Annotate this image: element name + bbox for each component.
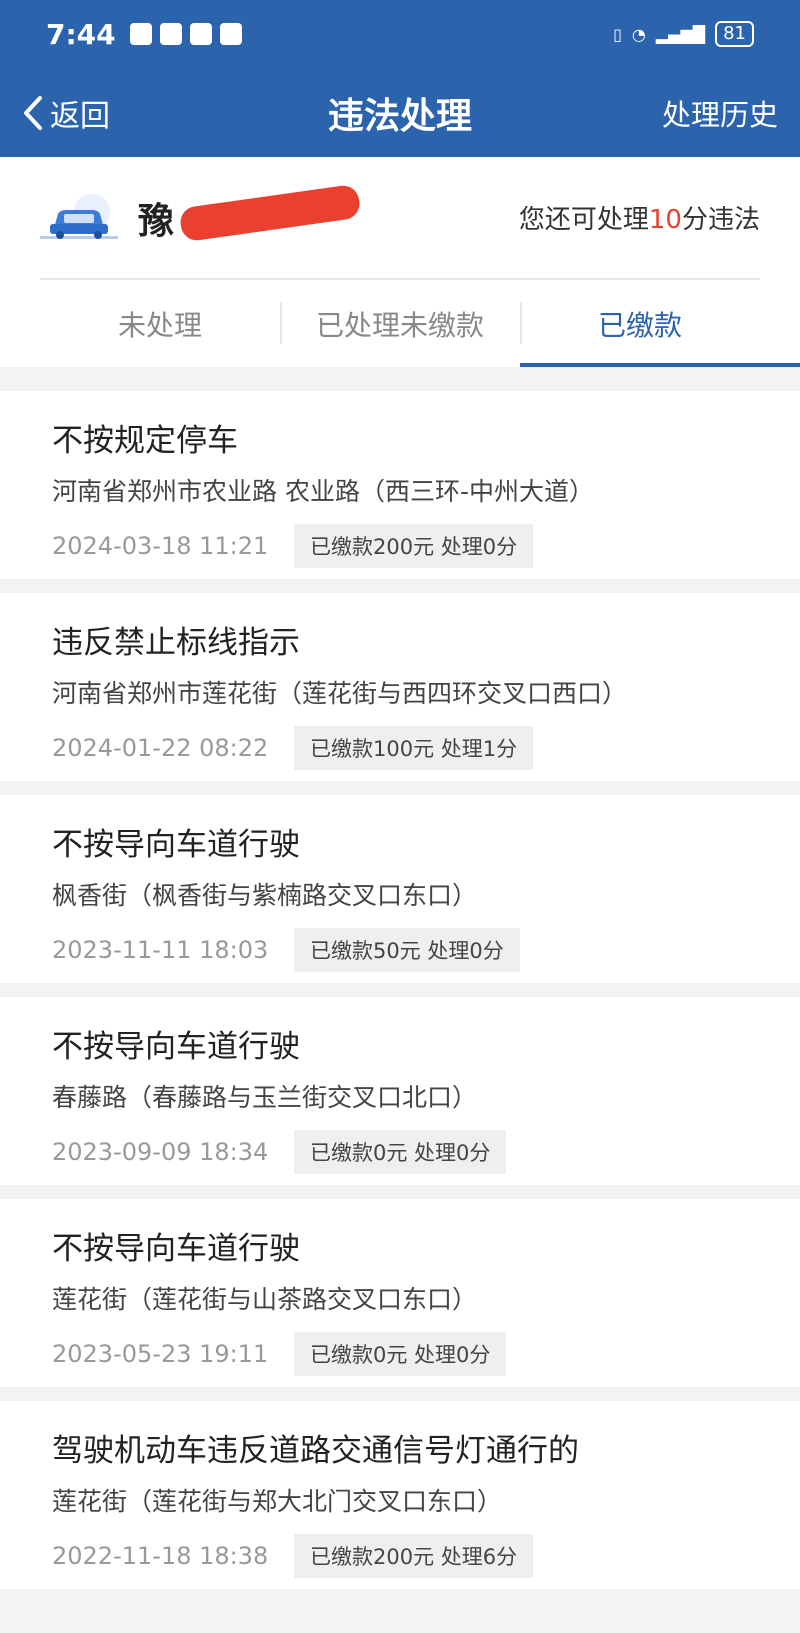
violation-time: 2023-09-09 18:34 <box>52 1138 269 1166</box>
violation-meta: 2024-01-22 08:22 已缴款100元 处理1分 <box>52 726 748 770</box>
violation-item[interactable]: 不按规定停车 河南省郑州市农业路 农业路（西三环-中州大道） 2024-03-1… <box>0 391 800 579</box>
vehicle-row: 豫 您还可处理10分违法 <box>40 157 760 280</box>
nfc-icon <box>189 23 212 45</box>
alarm-icon <box>219 23 242 45</box>
violation-address: 河南省郑州市莲花街（莲花街与西四环交叉口西口） <box>52 679 628 708</box>
violation-meta: 2023-09-09 18:34 已缴款0元 处理0分 <box>52 1130 748 1174</box>
violation-time: 2023-05-23 19:11 <box>52 1340 269 1368</box>
violation-title: 不按导向车道行驶 <box>52 1231 300 1267</box>
violation-meta: 2023-11-11 18:03 已缴款50元 处理0分 <box>52 928 748 972</box>
license-plate: 豫 <box>138 183 362 244</box>
battery-indicator: 81 <box>715 21 754 47</box>
tab-processed-unpaid[interactable]: 已处理未缴款 <box>280 280 520 367</box>
violation-meta: 2023-05-23 19:11 已缴款0元 处理0分 <box>52 1332 748 1376</box>
violation-item[interactable]: 不按导向车道行驶 莲花街（莲花街与山茶路交叉口东口） 2023-05-23 19… <box>0 1199 800 1387</box>
status-time: 7:44 <box>46 17 116 51</box>
violation-address: 莲花街（莲花街与郑大北门交叉口东口） <box>52 1487 503 1516</box>
violation-time: 2023-11-11 18:03 <box>52 936 269 964</box>
violation-item[interactable]: 不按导向车道行驶 枫香街（枫香街与紫楠路交叉口东口） 2023-11-11 18… <box>0 795 800 983</box>
violation-title: 违反禁止标线指示 <box>52 625 300 661</box>
car-icon <box>40 193 118 239</box>
status-badge: 已缴款200元 处理6分 <box>294 1534 534 1578</box>
tab-paid[interactable]: 已缴款 <box>520 280 800 367</box>
plate-text: 豫 <box>138 200 175 242</box>
notification-icons <box>129 23 242 45</box>
wifi-icon: ◔ <box>631 24 646 44</box>
violation-title: 不按导向车道行驶 <box>52 1029 300 1065</box>
violation-meta: 2022-11-18 18:38 已缴款200元 处理6分 <box>52 1534 748 1578</box>
status-bar: 7:44 ▯ ◔ ▂▄▆█ 81 <box>0 0 800 68</box>
violation-title: 不按规定停车 <box>52 423 238 459</box>
tab-unprocessed[interactable]: 未处理 <box>40 280 280 367</box>
status-badge: 已缴款0元 处理0分 <box>294 1130 507 1174</box>
vehicle-card: 豫 您还可处理10分违法 未处理 已处理未缴款 已缴款 <box>0 157 800 367</box>
violation-item[interactable]: 驾驶机动车违反道路交通信号灯通行的 莲花街（莲花街与郑大北门交叉口东口） 202… <box>0 1401 800 1589</box>
status-badge: 已缴款50元 处理0分 <box>294 928 520 972</box>
status-tabs: 未处理 已处理未缴款 已缴款 <box>40 280 800 367</box>
status-badge: 已缴款0元 处理0分 <box>294 1332 507 1376</box>
chevron-left-icon <box>24 95 42 130</box>
violation-item[interactable]: 不按导向车道行驶 春藤路（春藤路与玉兰街交叉口北口） 2023-09-09 18… <box>0 997 800 1185</box>
violation-address: 河南省郑州市农业路 农业路（西三环-中州大道） <box>52 477 594 506</box>
violation-time: 2024-03-18 11:21 <box>52 532 269 560</box>
back-label: 返回 <box>50 98 110 134</box>
points-value: 10 <box>648 205 682 235</box>
violation-address: 枫香街（枫香街与紫楠路交叉口东口） <box>52 881 478 910</box>
status-badge: 已缴款200元 处理0分 <box>294 524 534 568</box>
violation-address: 莲花街（莲花街与山茶路交叉口东口） <box>52 1285 478 1314</box>
redaction-mark <box>178 183 362 242</box>
vibrate-icon: ▯ <box>613 24 622 44</box>
status-right: ▯ ◔ ▂▄▆█ 81 <box>613 21 754 47</box>
violation-address: 春藤路（春藤路与玉兰街交叉口北口） <box>52 1083 478 1112</box>
back-button[interactable]: 返回 <box>22 91 110 135</box>
points-prefix: 您还可处理 <box>518 205 649 235</box>
nav-bar: 返回 违法处理 处理历史 <box>0 68 800 157</box>
violation-list: 不按规定停车 河南省郑州市农业路 农业路（西三环-中州大道） 2024-03-1… <box>0 391 800 1589</box>
violation-time: 2024-01-22 08:22 <box>52 734 269 762</box>
app-notification-icon <box>129 23 152 45</box>
remaining-points: 您还可处理10分违法 <box>519 199 760 236</box>
violation-time: 2022-11-18 18:38 <box>52 1542 269 1570</box>
weibo-icon <box>159 23 182 45</box>
violation-title: 驾驶机动车违反道路交通信号灯通行的 <box>52 1433 579 1469</box>
violation-meta: 2024-03-18 11:21 已缴款200元 处理0分 <box>52 524 748 568</box>
violation-item[interactable]: 违反禁止标线指示 河南省郑州市莲花街（莲花街与西四环交叉口西口） 2024-01… <box>0 593 800 781</box>
history-button[interactable]: 处理历史 <box>662 92 778 134</box>
status-badge: 已缴款100元 处理1分 <box>294 726 534 770</box>
app-header: 7:44 ▯ ◔ ▂▄▆█ 81 返回 违法处理 处理历史 <box>0 0 800 157</box>
signal-icon: ▂▄▆█ <box>655 24 706 44</box>
violation-title: 不按导向车道行驶 <box>52 827 300 863</box>
points-suffix: 分违法 <box>681 205 760 235</box>
